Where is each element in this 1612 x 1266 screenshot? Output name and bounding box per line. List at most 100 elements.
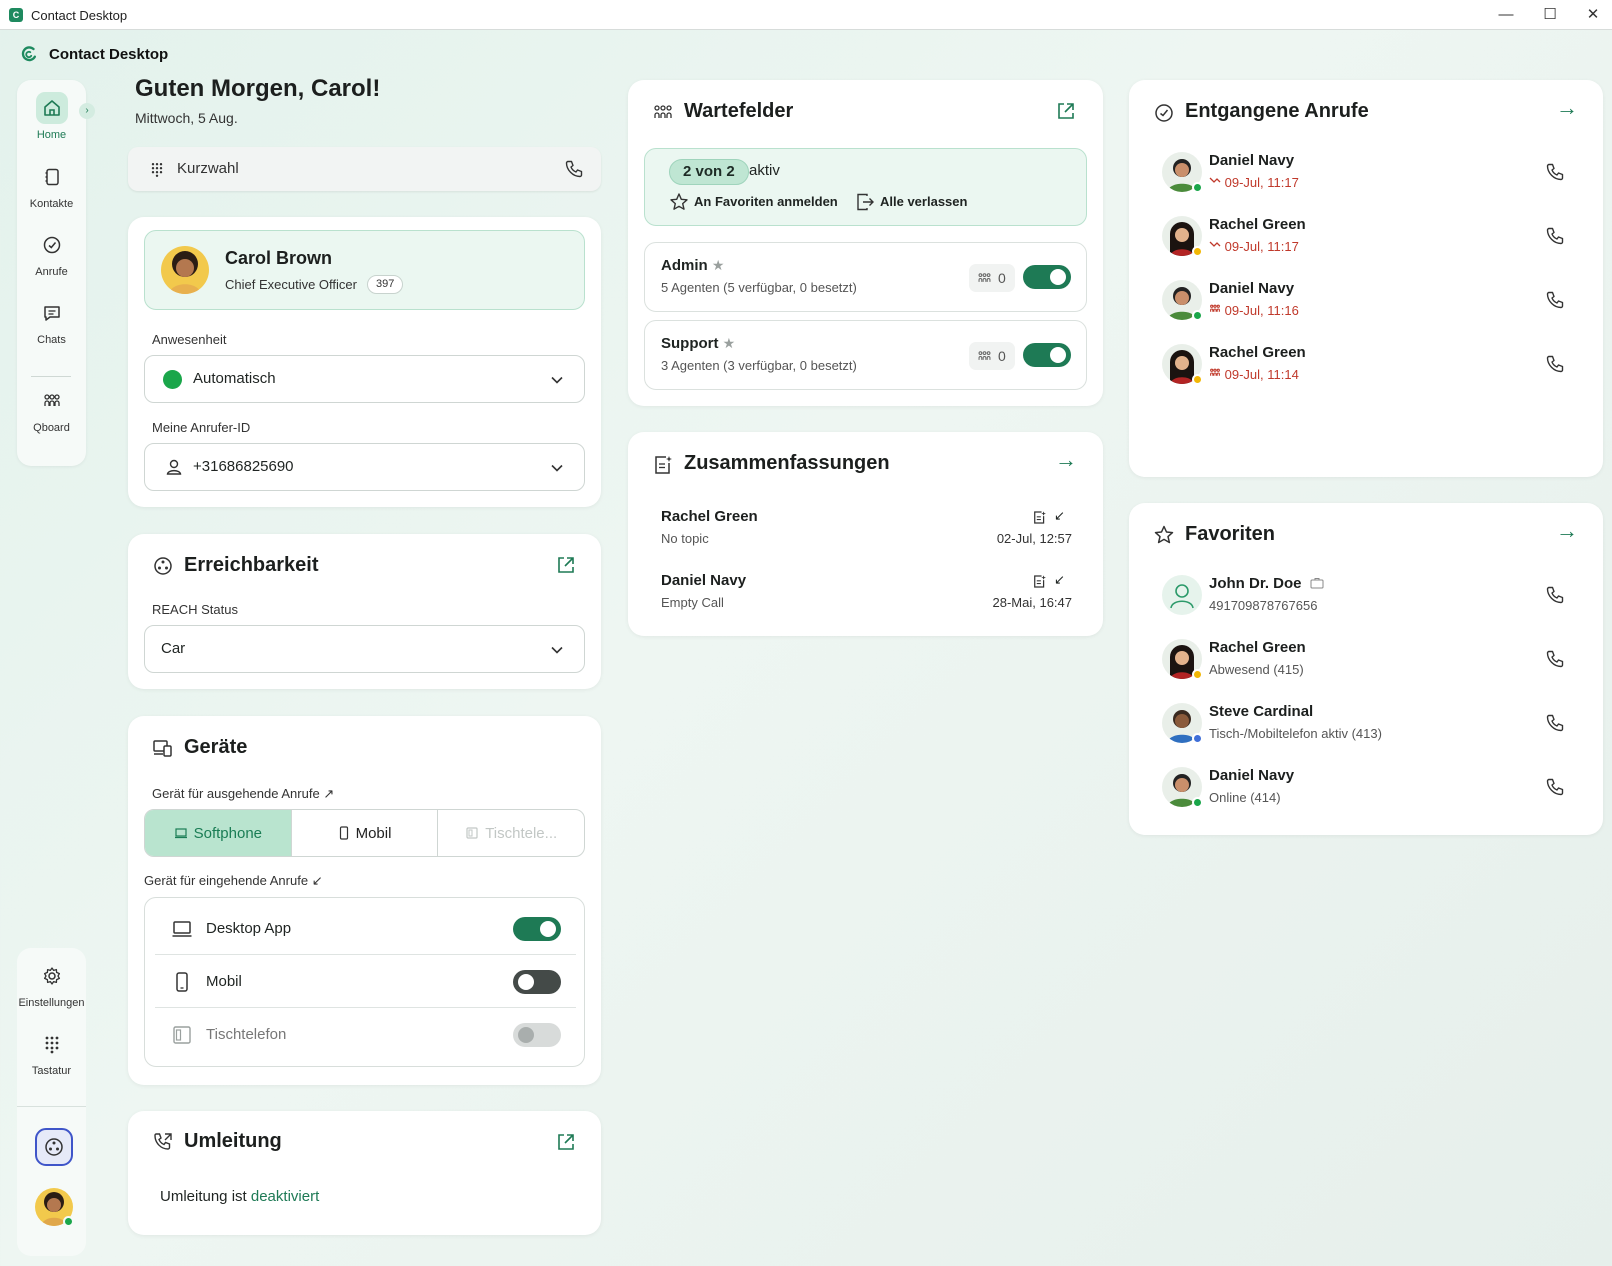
nav-calls-label: Anrufe: [35, 266, 68, 278]
nav-chats[interactable]: Chats: [17, 297, 86, 357]
nav-qboard-label: Qboard: [33, 422, 70, 434]
call-forward-icon: [154, 1133, 172, 1150]
reach-icon: [154, 557, 172, 575]
favorite-row[interactable]: Daniel Navy Online (414): [1129, 767, 1603, 823]
summary-name: Rachel Green: [661, 508, 758, 525]
missed-call-name: Rachel Green: [1209, 344, 1306, 361]
summaries-title: Zusammenfassungen: [684, 452, 890, 474]
nav-keypad[interactable]: Tastatur: [17, 1028, 86, 1088]
star-icon[interactable]: ★: [723, 335, 736, 351]
profile-summary[interactable]: Carol Brown Chief Executive Officer 397: [144, 230, 585, 310]
window-titlebar: C Contact Desktop — ☐ ✕: [0, 0, 1612, 30]
close-button[interactable]: ✕: [1573, 4, 1612, 26]
outgoing-mobile-option[interactable]: Mobil: [292, 810, 439, 856]
reach-status-button[interactable]: [35, 1128, 73, 1166]
open-external-icon[interactable]: [555, 554, 577, 576]
phone-icon[interactable]: [1545, 713, 1565, 733]
favorite-row[interactable]: John Dr. Doe 491709878767656: [1129, 575, 1603, 631]
missed-call-name: Daniel Navy: [1209, 152, 1295, 169]
incoming-device-row: Tischtelefon: [145, 1009, 586, 1061]
greeting: Guten Morgen, Carol!: [135, 75, 381, 102]
forwarding-status-link[interactable]: deaktiviert: [251, 1188, 319, 1205]
nav-home[interactable]: Home: [17, 92, 86, 152]
summary-icon: [1034, 511, 1046, 524]
contact-status-dot: [1192, 182, 1203, 193]
device-separator: [155, 1007, 576, 1008]
profile-title: Chief Executive Officer: [225, 277, 357, 292]
favorite-name: John Dr. Doe: [1209, 575, 1324, 592]
arrow-right-icon[interactable]: →: [1556, 518, 1578, 544]
maximize-button[interactable]: ☐: [1530, 4, 1570, 26]
star-icon[interactable]: ★: [712, 257, 725, 273]
my-status-dot: [63, 1216, 74, 1227]
favorite-name: Rachel Green: [1209, 639, 1306, 656]
incoming-device-label-text: Desktop App: [206, 920, 292, 937]
home-icon: [35, 92, 68, 124]
qboard-icon: [36, 385, 68, 417]
missed-calls-card: Entgangene Anrufe → Daniel Navy 09-Jul, …: [1129, 80, 1603, 477]
favorites-title: Favoriten: [1185, 523, 1276, 545]
device-separator: [155, 954, 576, 955]
incoming-device-list: Desktop App Mobil Tischtelefon: [144, 897, 585, 1067]
phone-icon[interactable]: [1545, 226, 1565, 246]
nav-qboard[interactable]: Qboard: [17, 385, 86, 445]
qboard-icon: [654, 105, 672, 118]
laptop-icon: [172, 921, 192, 937]
phone-icon[interactable]: [1545, 777, 1565, 797]
phone-icon[interactable]: [1545, 354, 1565, 374]
nav-chats-label: Chats: [37, 334, 66, 346]
sidebar-expand-button[interactable]: ›: [79, 103, 95, 119]
missed-call-row[interactable]: Rachel Green 09-Jul, 11:14: [1129, 344, 1603, 400]
phone-icon[interactable]: [1545, 290, 1565, 310]
keypad-icon: [36, 1028, 68, 1060]
missed-call-row[interactable]: Daniel Navy 09-Jul, 11:17: [1129, 152, 1603, 208]
queue-name: Support ★: [661, 335, 736, 352]
summary-topic: Empty Call: [661, 595, 724, 610]
nav-settings[interactable]: Einstellungen: [17, 960, 86, 1020]
presence-select[interactable]: Automatisch: [144, 355, 585, 403]
phone-icon[interactable]: [564, 159, 584, 179]
desktop-app-toggle[interactable]: [513, 917, 561, 941]
nav-calls[interactable]: Anrufe: [17, 229, 86, 289]
arrow-right-icon[interactable]: →: [1556, 95, 1578, 121]
mobile-toggle[interactable]: [513, 970, 561, 994]
incoming-device-row: Mobil: [145, 956, 586, 1008]
chevron-down-icon: [551, 646, 563, 654]
favorite-status: Tisch-/Mobiltelefon aktiv (413): [1209, 726, 1382, 741]
outgoing-softphone-option[interactable]: Softphone: [145, 810, 292, 856]
star-icon: [1154, 525, 1174, 544]
nav-contacts[interactable]: Kontakte: [17, 161, 86, 221]
contact-status-dot: [1192, 374, 1203, 385]
chevron-down-icon: [551, 376, 563, 384]
forwarding-card: Umleitung Umleitung ist deaktiviert: [128, 1111, 601, 1235]
reachability-card: Erreichbarkeit REACH Status Car: [128, 534, 601, 689]
phone-icon[interactable]: [1545, 162, 1565, 182]
reach-status-select[interactable]: Car: [144, 625, 585, 673]
minimize-button[interactable]: —: [1486, 4, 1526, 26]
favorite-row[interactable]: Rachel Green Abwesend (415): [1129, 639, 1603, 695]
queue-missed-icon: [1209, 303, 1221, 318]
nav-home-label: Home: [36, 129, 67, 141]
missed-call-row[interactable]: Rachel Green 09-Jul, 11:17: [1129, 216, 1603, 272]
phone-icon[interactable]: [1545, 585, 1565, 605]
star-icon: [670, 193, 688, 210]
arrow-right-icon[interactable]: →: [1055, 447, 1077, 473]
missed-call-row[interactable]: Daniel Navy 09-Jul, 11:16: [1129, 280, 1603, 336]
favorite-status: Online (414): [1209, 790, 1281, 805]
nav-contacts-label: Kontakte: [29, 198, 74, 210]
favorite-status: 491709878767656: [1209, 598, 1318, 613]
contact-avatar: [1162, 575, 1202, 615]
queue-support-toggle[interactable]: [1023, 343, 1071, 367]
queue-admin-toggle[interactable]: [1023, 265, 1071, 289]
missed-call-icon: [1209, 175, 1221, 190]
open-external-icon[interactable]: [1055, 100, 1077, 122]
quickdial-input[interactable]: Kurzwahl: [128, 147, 601, 191]
favorite-name: Daniel Navy: [1209, 767, 1295, 784]
chat-icon: [36, 297, 68, 329]
outgoing-deskphone-option: Tischtele...: [438, 810, 584, 856]
callerid-select[interactable]: +31686825690: [144, 443, 585, 491]
favorites-card: Favoriten → John Dr. Doe 491709878767656 R…: [1129, 503, 1603, 835]
open-external-icon[interactable]: [555, 1131, 577, 1153]
favorite-row[interactable]: Steve Cardinal Tisch-/Mobiltelefon aktiv …: [1129, 703, 1603, 759]
phone-icon[interactable]: [1545, 649, 1565, 669]
